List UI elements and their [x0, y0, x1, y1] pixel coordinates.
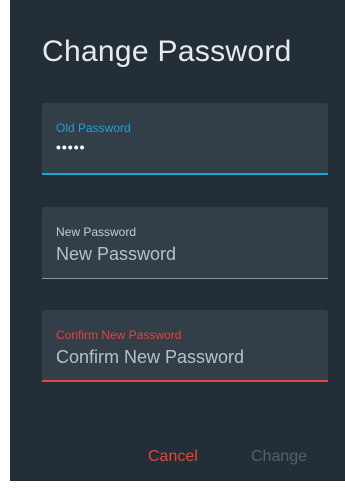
old-password-label: Old Password	[56, 121, 131, 135]
new-password-field[interactable]: New Password	[42, 207, 328, 279]
confirm-password-underline	[42, 380, 328, 382]
cancel-button[interactable]: Cancel	[142, 445, 204, 469]
old-password-value[interactable]: •••••	[56, 139, 86, 155]
confirm-password-input[interactable]	[56, 344, 312, 370]
confirm-password-field[interactable]: Confirm New Password	[42, 310, 328, 382]
old-password-underline	[42, 173, 328, 175]
change-password-dialog: Change Password Old Password ••••• New P…	[10, 0, 345, 481]
change-button[interactable]: Change	[245, 445, 313, 469]
new-password-underline	[42, 278, 328, 279]
old-password-field[interactable]: Old Password •••••	[42, 103, 328, 175]
new-password-label: New Password	[56, 225, 137, 239]
new-password-input[interactable]	[56, 241, 312, 267]
confirm-password-label: Confirm New Password	[56, 328, 182, 342]
dialog-title: Change Password	[42, 35, 292, 68]
